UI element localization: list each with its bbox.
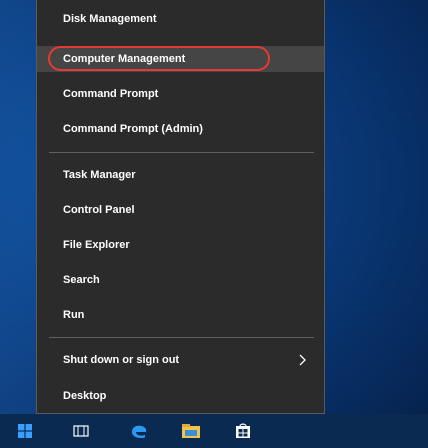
taskbar xyxy=(0,414,428,448)
menu-item-disk-management[interactable]: Disk Management xyxy=(37,6,324,32)
menu-item-label: File Explorer xyxy=(63,239,130,251)
winx-power-user-menu: Disk Management Computer Management Comm… xyxy=(36,0,325,414)
menu-item-label: Command Prompt (Admin) xyxy=(63,123,203,135)
menu-item-task-manager[interactable]: Task Manager xyxy=(37,162,324,188)
menu-item-file-explorer[interactable]: File Explorer xyxy=(37,232,324,258)
menu-item-label: Shut down or sign out xyxy=(63,354,180,366)
menu-item-command-prompt[interactable]: Command Prompt xyxy=(37,81,324,107)
menu-item-computer-management[interactable]: Computer Management xyxy=(37,46,324,72)
menu-item-label: Disk Management xyxy=(63,13,157,25)
task-view-icon[interactable] xyxy=(70,414,92,448)
chevron-right-icon xyxy=(299,354,306,366)
menu-item-label: Computer Management xyxy=(63,53,186,65)
menu-item-control-panel[interactable]: Control Panel xyxy=(37,197,324,223)
menu-item-run[interactable]: Run xyxy=(37,302,324,328)
menu-separator xyxy=(49,152,314,153)
menu-item-command-prompt-admin[interactable]: Command Prompt (Admin) xyxy=(37,116,324,142)
desktop-background: Disk Management Computer Management Comm… xyxy=(0,0,428,448)
menu-item-label: Desktop xyxy=(63,390,107,402)
menu-item-shut-down-or-sign-out[interactable]: Shut down or sign out xyxy=(37,347,324,373)
menu-item-label: Run xyxy=(63,309,85,321)
store-icon[interactable] xyxy=(232,414,254,448)
menu-separator xyxy=(49,337,314,338)
menu-item-desktop[interactable]: Desktop xyxy=(37,383,324,409)
file-explorer-icon[interactable] xyxy=(180,414,202,448)
edge-icon[interactable] xyxy=(128,414,150,448)
menu-item-label: Command Prompt xyxy=(63,88,159,100)
menu-item-label: Search xyxy=(63,274,100,286)
menu-item-label: Task Manager xyxy=(63,169,136,181)
windows-start-icon[interactable] xyxy=(14,414,36,448)
menu-item-label: Control Panel xyxy=(63,204,135,216)
menu-item-search[interactable]: Search xyxy=(37,267,324,293)
